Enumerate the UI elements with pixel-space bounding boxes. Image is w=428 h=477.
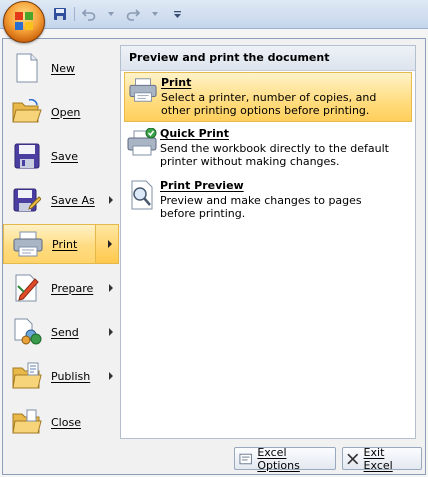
submenu-item-description: Send the workbook directly to the defaul… xyxy=(160,142,389,168)
submenu-item-description: Preview and make changes to pages before… xyxy=(160,194,362,220)
customize-qat-icon[interactable] xyxy=(169,6,185,22)
menu-item-save[interactable]: Save xyxy=(3,136,119,176)
menu-item-label: Close xyxy=(51,415,81,429)
printer-icon xyxy=(11,227,45,261)
menu-item-label: Prepare xyxy=(51,281,94,295)
save-as-icon xyxy=(10,183,44,217)
menu-item-label: Publish xyxy=(51,369,91,383)
menu-item-prepare[interactable]: Prepare xyxy=(3,268,119,308)
quick-access-toolbar xyxy=(52,5,185,23)
office-button[interactable] xyxy=(3,1,45,43)
quick-print-icon xyxy=(124,124,160,174)
open-folder-icon xyxy=(10,95,44,129)
excel-options-button[interactable]: Excel Options xyxy=(234,445,336,472)
menu-item-label: Send xyxy=(51,325,79,339)
save-icon[interactable] xyxy=(52,6,68,22)
toolbar-separator xyxy=(74,7,75,21)
exit-excel-label: Exit Excel xyxy=(363,445,393,472)
submenu-item-description: Select a printer, number of copies, and … xyxy=(161,91,377,117)
prepare-icon xyxy=(10,271,44,305)
exit-excel-button[interactable]: Exit Excel xyxy=(342,445,422,472)
undo-icon[interactable] xyxy=(81,6,97,22)
menu-item-label: Save xyxy=(51,149,79,163)
submenu-arrow-zone[interactable] xyxy=(95,225,118,263)
excel-options-label: Excel Options xyxy=(257,445,300,472)
submenu-arrow-icon xyxy=(109,196,113,204)
title-bar xyxy=(0,0,428,29)
options-icon xyxy=(239,453,252,464)
menu-item-publish[interactable]: Publish xyxy=(3,356,119,396)
submenu-item-print[interactable]: Print Select a printer, number of copies… xyxy=(124,72,412,122)
submenu-item-title: Print xyxy=(161,76,192,89)
chevron-down-icon[interactable] xyxy=(103,6,119,22)
new-document-icon xyxy=(10,51,44,85)
print-preview-icon xyxy=(124,176,160,226)
menu-item-close[interactable]: Close xyxy=(3,402,119,442)
submenu-item-text: Print Preview Preview and make changes t… xyxy=(160,176,400,226)
chevron-down-icon[interactable] xyxy=(147,6,163,22)
menu-item-label: Save As xyxy=(51,193,95,207)
save-disk-icon xyxy=(10,139,44,173)
submenu-item-text: Print Select a printer, number of copies… xyxy=(161,73,401,121)
send-icon xyxy=(10,315,44,349)
submenu-arrow-icon xyxy=(109,328,113,336)
menu-item-label: New xyxy=(51,61,75,75)
office-logo-icon xyxy=(15,12,33,30)
menu-item-save-as[interactable]: Save As xyxy=(3,180,119,220)
menu-item-new[interactable]: New xyxy=(3,48,119,88)
menu-item-send[interactable]: Send xyxy=(3,312,119,352)
submenu-item-print-preview[interactable]: Print Preview Preview and make changes t… xyxy=(124,176,412,226)
menu-item-label: Open xyxy=(51,105,81,119)
submenu-arrow-icon xyxy=(109,284,113,292)
print-submenu: Preview and print the document Print Sel… xyxy=(120,45,416,439)
menu-item-print[interactable]: Print xyxy=(3,224,119,264)
submenu-title: Preview and print the document xyxy=(121,46,415,71)
close-icon xyxy=(347,453,359,464)
submenu-item-title: Quick Print xyxy=(160,127,229,140)
submenu-item-title: Print Preview xyxy=(160,179,244,192)
submenu-item-text: Quick Print Send the workbook directly t… xyxy=(160,124,400,174)
submenu-item-quick-print[interactable]: Quick Print Send the workbook directly t… xyxy=(124,124,412,174)
publish-icon xyxy=(10,359,44,393)
submenu-arrow-icon xyxy=(108,240,112,248)
submenu-arrow-icon xyxy=(109,372,113,380)
menu-item-open[interactable]: Open xyxy=(3,92,119,132)
office-menu-commands: New Open Save Save As Print Prepare Send… xyxy=(3,46,119,441)
printer-icon xyxy=(125,73,161,121)
close-folder-icon xyxy=(10,405,44,439)
redo-icon[interactable] xyxy=(125,6,141,22)
menu-item-label: Print xyxy=(52,237,78,251)
